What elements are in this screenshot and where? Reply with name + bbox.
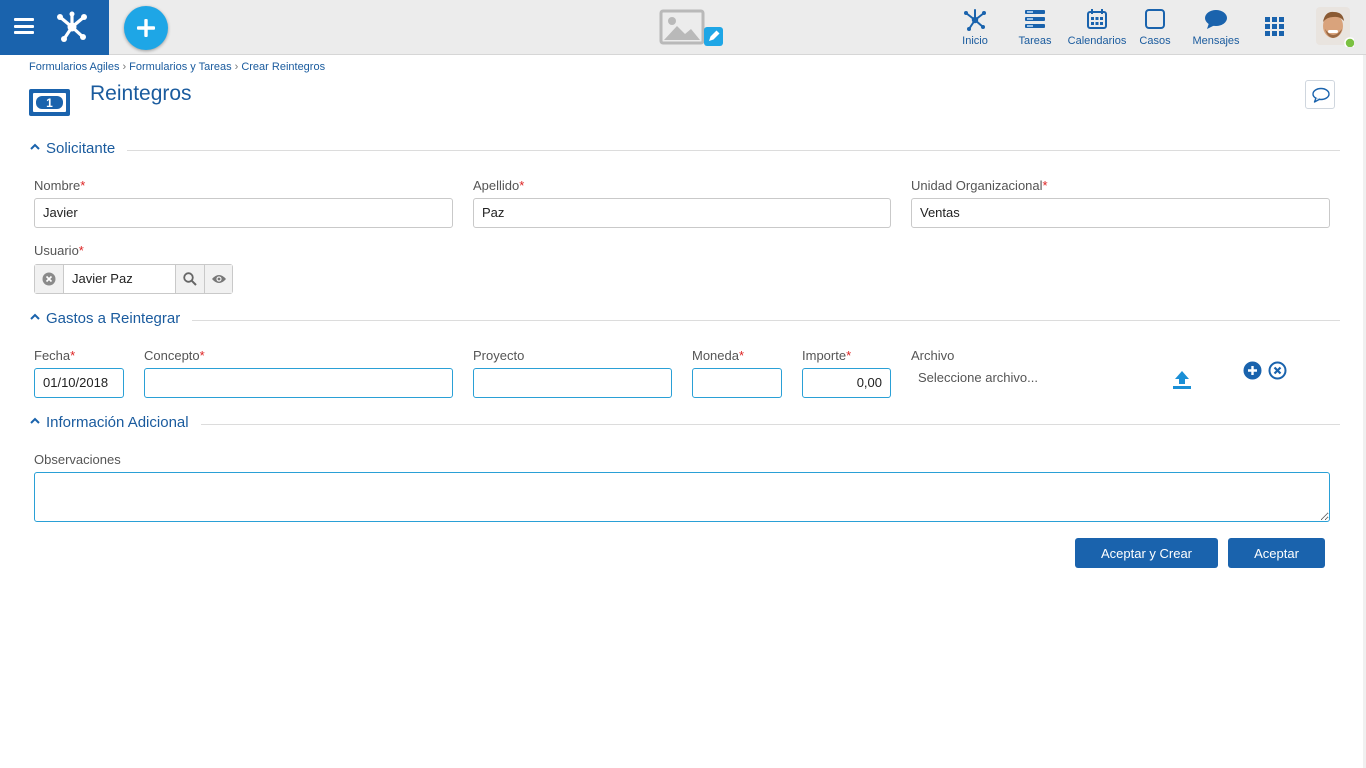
new-button[interactable] (124, 6, 168, 50)
section-title: Solicitante (46, 140, 128, 157)
image-placeholder-icon[interactable] (659, 9, 725, 49)
nav-label: Tareas (1018, 35, 1052, 47)
usuario-label: Usuario* (34, 243, 84, 258)
top-bar: Inicio Tareas Calendarios Casos Mensajes (0, 0, 1366, 55)
comment-button[interactable] (1305, 80, 1335, 109)
breadcrumb: Formularios Agiles › Formularios y Tareas ›… (29, 61, 325, 73)
required-mark: * (1042, 178, 1048, 193)
nav-label: Calendarios (1067, 35, 1127, 47)
breadcrumb-item[interactable]: Formularios y Tareas (129, 61, 232, 73)
chevron-up-icon (30, 313, 40, 320)
observaciones-field[interactable] (34, 472, 1330, 522)
accept-and-create-button[interactable]: Aceptar y Crear (1075, 538, 1218, 568)
network-logo-icon[interactable] (54, 9, 90, 45)
messages-icon (1205, 10, 1227, 29)
proyecto-label: Proyecto (473, 348, 525, 363)
nav-label: Inicio (962, 35, 988, 47)
chevron-up-icon (30, 143, 40, 150)
tasks-icon (1025, 10, 1045, 28)
eye-icon (212, 275, 226, 283)
chevron-right-icon: › (122, 61, 127, 73)
breadcrumb-item[interactable]: Formularios Agiles (29, 61, 119, 73)
chevron-right-icon: › (234, 61, 239, 73)
clear-icon (42, 272, 56, 286)
comment-icon (1312, 87, 1330, 103)
nav-inicio[interactable]: Inicio (955, 0, 995, 55)
accept-button[interactable]: Aceptar (1228, 538, 1325, 568)
menu-panel (0, 0, 109, 55)
add-row-icon[interactable] (1243, 361, 1262, 380)
nav-mensajes[interactable]: Mensajes (1190, 0, 1242, 55)
nav-casos[interactable]: Casos (1135, 0, 1175, 55)
nav-label: Mensajes (1192, 35, 1240, 47)
usuario-value[interactable]: Javier Paz (72, 265, 133, 293)
usuario-lookup: Javier Paz (34, 264, 233, 294)
required-mark: * (519, 178, 525, 193)
chevron-up-icon (30, 417, 40, 424)
calendar-icon (1087, 9, 1107, 29)
nav-tareas[interactable]: Tareas (1015, 0, 1055, 55)
hamburger-icon[interactable] (14, 18, 34, 34)
section-gastos[interactable]: Gastos a Reintegrar (30, 310, 1340, 330)
clear-button[interactable] (35, 265, 64, 293)
required-mark: * (80, 178, 86, 193)
apps-grid-icon[interactable] (1265, 17, 1285, 37)
importe-field[interactable]: 0,00 (802, 368, 891, 398)
avatar[interactable] (1316, 7, 1354, 47)
required-mark: * (199, 348, 205, 363)
required-mark: * (846, 348, 852, 363)
search-button[interactable] (175, 265, 204, 293)
nombre-field[interactable]: Javier (34, 198, 453, 228)
page-title: Reintegros (90, 82, 192, 105)
concepto-field[interactable] (144, 368, 453, 398)
nombre-label: Nombre* (34, 178, 86, 193)
proyecto-field[interactable] (473, 368, 672, 398)
apellido-label: Apellido* (473, 178, 525, 193)
section-divider (46, 424, 1340, 425)
archivo-label: Archivo (911, 348, 955, 363)
view-button[interactable] (204, 265, 232, 293)
search-icon (183, 272, 197, 286)
importe-label: Importe* (802, 348, 852, 363)
plus-icon (137, 19, 155, 37)
section-informacion-adicional[interactable]: Información Adicional (30, 414, 1340, 434)
file-select[interactable]: Seleccione archivo... (918, 370, 1038, 385)
cases-icon (1145, 9, 1165, 29)
fecha-field[interactable]: 01/10/2018 (34, 368, 124, 398)
moneda-field[interactable] (692, 368, 782, 398)
section-solicitante[interactable]: Solicitante (30, 140, 1340, 160)
unidad-field[interactable]: Ventas (911, 198, 1330, 228)
upload-icon[interactable] (1172, 370, 1192, 390)
required-mark: * (78, 243, 84, 258)
money-bill-icon: 1 (29, 89, 70, 116)
observaciones-label: Observaciones (34, 452, 121, 467)
svg-text:1: 1 (46, 96, 53, 110)
remove-row-icon[interactable] (1268, 361, 1287, 380)
moneda-label: Moneda* (692, 348, 745, 363)
breadcrumb-item[interactable]: Crear Reintegros (241, 61, 325, 73)
apellido-field[interactable]: Paz (473, 198, 891, 228)
required-mark: * (70, 348, 76, 363)
section-divider (46, 320, 1340, 321)
section-divider (46, 150, 1340, 151)
home-network-icon (964, 9, 986, 31)
fecha-label: Fecha* (34, 348, 76, 363)
section-title: Gastos a Reintegrar (46, 310, 193, 327)
concepto-label: Concepto* (144, 348, 205, 363)
section-title: Información Adicional (46, 414, 201, 431)
nav-calendarios[interactable]: Calendarios (1065, 0, 1129, 55)
required-mark: * (738, 348, 745, 363)
unidad-label: Unidad Organizacional* (911, 178, 1048, 193)
nav-label: Casos (1139, 35, 1171, 47)
